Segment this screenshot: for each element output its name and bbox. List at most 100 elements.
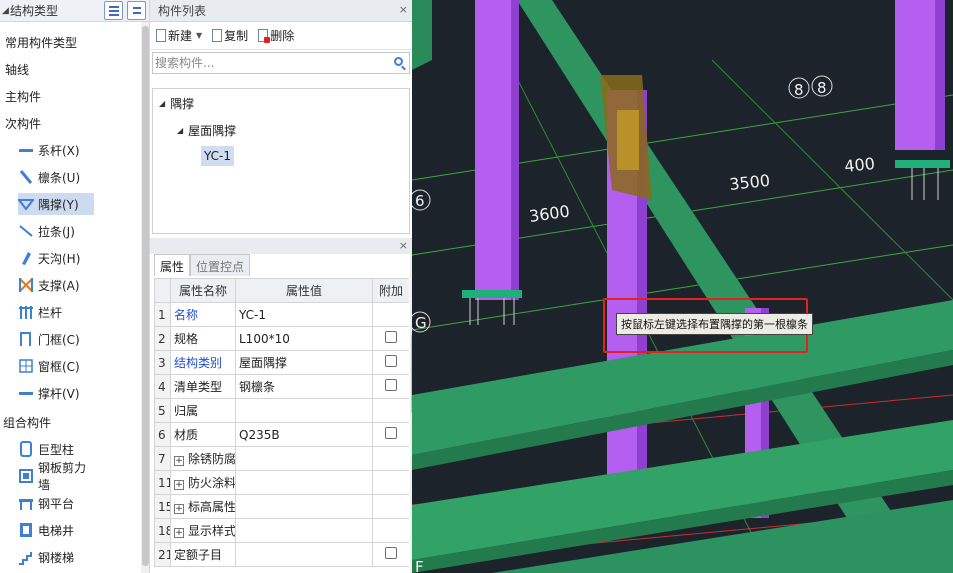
tree-category[interactable]: 次构件	[5, 115, 41, 132]
tree-node-root[interactable]: ◢ 隅撑	[159, 95, 194, 112]
table-row[interactable]: 7 + 除锈防腐	[154, 446, 409, 471]
copy-button[interactable]: 复制	[212, 27, 248, 44]
sidebar-item-purlin[interactable]: 檩条(U)	[18, 166, 94, 188]
list-view-icon[interactable]	[104, 1, 123, 20]
tab-position-control[interactable]: 位置控点	[190, 254, 251, 276]
new-button[interactable]: 新建 ▼	[156, 27, 202, 44]
chevron-down-icon[interactable]: ▼	[196, 31, 202, 40]
sidebar-item-strut[interactable]: 撑杆(V)	[18, 382, 94, 404]
scrollbar-thumb[interactable]	[142, 26, 149, 566]
search-box	[152, 52, 410, 74]
detail-view-icon[interactable]	[127, 1, 146, 20]
prop-value[interactable]	[235, 494, 373, 519]
tree-category[interactable]: 常用构件类型	[5, 34, 77, 51]
prop-value[interactable]	[235, 542, 373, 567]
sidebar-item-steel-platform[interactable]: 钢平台	[18, 492, 94, 514]
prop-value[interactable]: 钢檩条	[235, 374, 373, 399]
table-row[interactable]: 15+标高属性	[154, 494, 409, 519]
tree-node-child[interactable]: ◢ 屋面隅撑	[177, 122, 236, 139]
prop-value[interactable]	[235, 470, 373, 495]
prop-value[interactable]: Q235B	[235, 422, 373, 447]
search-input[interactable]	[155, 56, 375, 70]
sidebar-item-railing[interactable]: 栏杆	[18, 301, 94, 323]
search-icon[interactable]	[394, 57, 403, 66]
table-row[interactable]: 21定额子目	[154, 542, 409, 567]
expand-plus-icon[interactable]: +	[174, 528, 184, 538]
row-number: 2	[154, 326, 171, 351]
scene-canvas[interactable]: 3600 3500 400 8 8 6 G F	[412, 0, 953, 573]
prop-extra[interactable]	[372, 326, 409, 351]
prop-extra[interactable]	[372, 542, 409, 567]
table-row[interactable]: 5 归属	[154, 398, 409, 423]
table-row[interactable]: 6 材质 Q235B	[154, 422, 409, 447]
sidebar-item-steel-stair[interactable]: 钢楼梯	[18, 546, 94, 568]
prop-value[interactable]	[235, 518, 373, 543]
expand-plus-icon[interactable]: +	[174, 504, 184, 514]
extra-checkbox[interactable]	[385, 379, 397, 391]
prop-name: 清单类型	[170, 374, 236, 399]
tab-attributes[interactable]: 属性	[154, 254, 191, 276]
extra-checkbox[interactable]	[385, 547, 397, 559]
prop-name: + 显示样式	[170, 518, 236, 543]
steel-platform-icon	[18, 495, 34, 511]
left-scrollbar[interactable]	[141, 22, 149, 573]
close-icon[interactable]: ×	[399, 3, 408, 16]
row-number: 5	[154, 398, 171, 423]
row-number: 1	[154, 302, 171, 327]
table-row[interactable]: 18+显示样式	[154, 518, 409, 543]
collapse-arrow-icon[interactable]: ◢	[2, 6, 10, 16]
component-toolbar: 新建 ▼ 复制 删除	[150, 22, 412, 50]
sidebar-item-gutter[interactable]: 天沟(H)	[18, 247, 94, 269]
tree-category[interactable]: 组合构件	[3, 414, 51, 431]
expand-plus-icon[interactable]: +	[174, 456, 184, 466]
sidebar-item-door-frame[interactable]: 门框(C)	[18, 328, 94, 350]
properties-tabs: 属性 位置控点	[154, 254, 251, 276]
prop-extra	[372, 302, 409, 327]
table-row[interactable]: 4 清单类型 钢檩条	[154, 374, 409, 399]
prop-name: + 防火涂料	[170, 470, 236, 495]
sidebar-item-sag-rod[interactable]: 拉条(J)	[18, 220, 94, 242]
prop-value[interactable]: 屋面隅撑	[235, 350, 373, 375]
expand-arrow-icon[interactable]: ◢	[159, 99, 165, 108]
purlin-icon	[18, 169, 34, 185]
close-icon[interactable]: ×	[399, 239, 408, 252]
sidebar-item-mega-column[interactable]: 巨型柱	[18, 438, 94, 460]
sidebar-item-elevator-shaft[interactable]: 电梯井	[18, 519, 94, 541]
panel-title: 结构类型	[10, 4, 59, 18]
prop-value[interactable]: YC-1	[235, 302, 373, 327]
tooltip: 按鼠标左键选择布置隅撑的第一根檩条	[616, 313, 813, 335]
tree-category[interactable]: 轴线	[5, 61, 29, 78]
axis-label: 6	[415, 192, 425, 210]
table-row[interactable]: 3 结构类别 屋面隅撑	[154, 350, 409, 375]
sag-rod-icon	[18, 223, 34, 239]
prop-extra	[372, 470, 409, 495]
delete-button[interactable]: 删除	[258, 27, 294, 44]
prop-value[interactable]	[235, 446, 373, 471]
tree-category[interactable]: 主构件	[5, 88, 41, 105]
prop-extra[interactable]	[372, 422, 409, 447]
row-number: 6	[154, 422, 171, 447]
extra-checkbox[interactable]	[385, 331, 397, 343]
prop-extra	[372, 518, 409, 543]
extra-checkbox[interactable]	[385, 427, 397, 439]
prop-value[interactable]: L100*10	[235, 326, 373, 351]
expand-arrow-icon[interactable]: ◢	[177, 126, 183, 135]
prop-extra[interactable]	[372, 374, 409, 399]
table-row[interactable]: 1 名称 YC-1	[154, 302, 409, 327]
model-viewport[interactable]: 3600 3500 400 8 8 6 G F 按鼠标左键选择布置隅撑的第一根檩条	[412, 0, 953, 573]
prop-extra	[372, 494, 409, 519]
prop-extra[interactable]	[372, 350, 409, 375]
sidebar-item-window-frame[interactable]: 窗框(C)	[18, 355, 94, 377]
sidebar-item-knee-brace[interactable]: 隅撑(Y)	[16, 193, 94, 215]
tree-node-leaf[interactable]: YC-1	[201, 146, 235, 166]
sidebar-item-shear-wall[interactable]: 钢板剪力墙	[18, 461, 94, 492]
axis-label: 8	[817, 79, 827, 97]
sidebar-item-bracing[interactable]: 支撑(A)	[18, 274, 94, 296]
bracing-icon	[18, 277, 34, 293]
sidebar-item-tie-rod[interactable]: 系杆(X)	[18, 139, 94, 161]
table-row[interactable]: 2 规格 L100*10	[154, 326, 409, 351]
expand-plus-icon[interactable]: +	[174, 480, 184, 490]
table-row[interactable]: 11+防火涂料	[154, 470, 409, 495]
prop-value[interactable]	[235, 398, 373, 423]
extra-checkbox[interactable]	[385, 355, 397, 367]
